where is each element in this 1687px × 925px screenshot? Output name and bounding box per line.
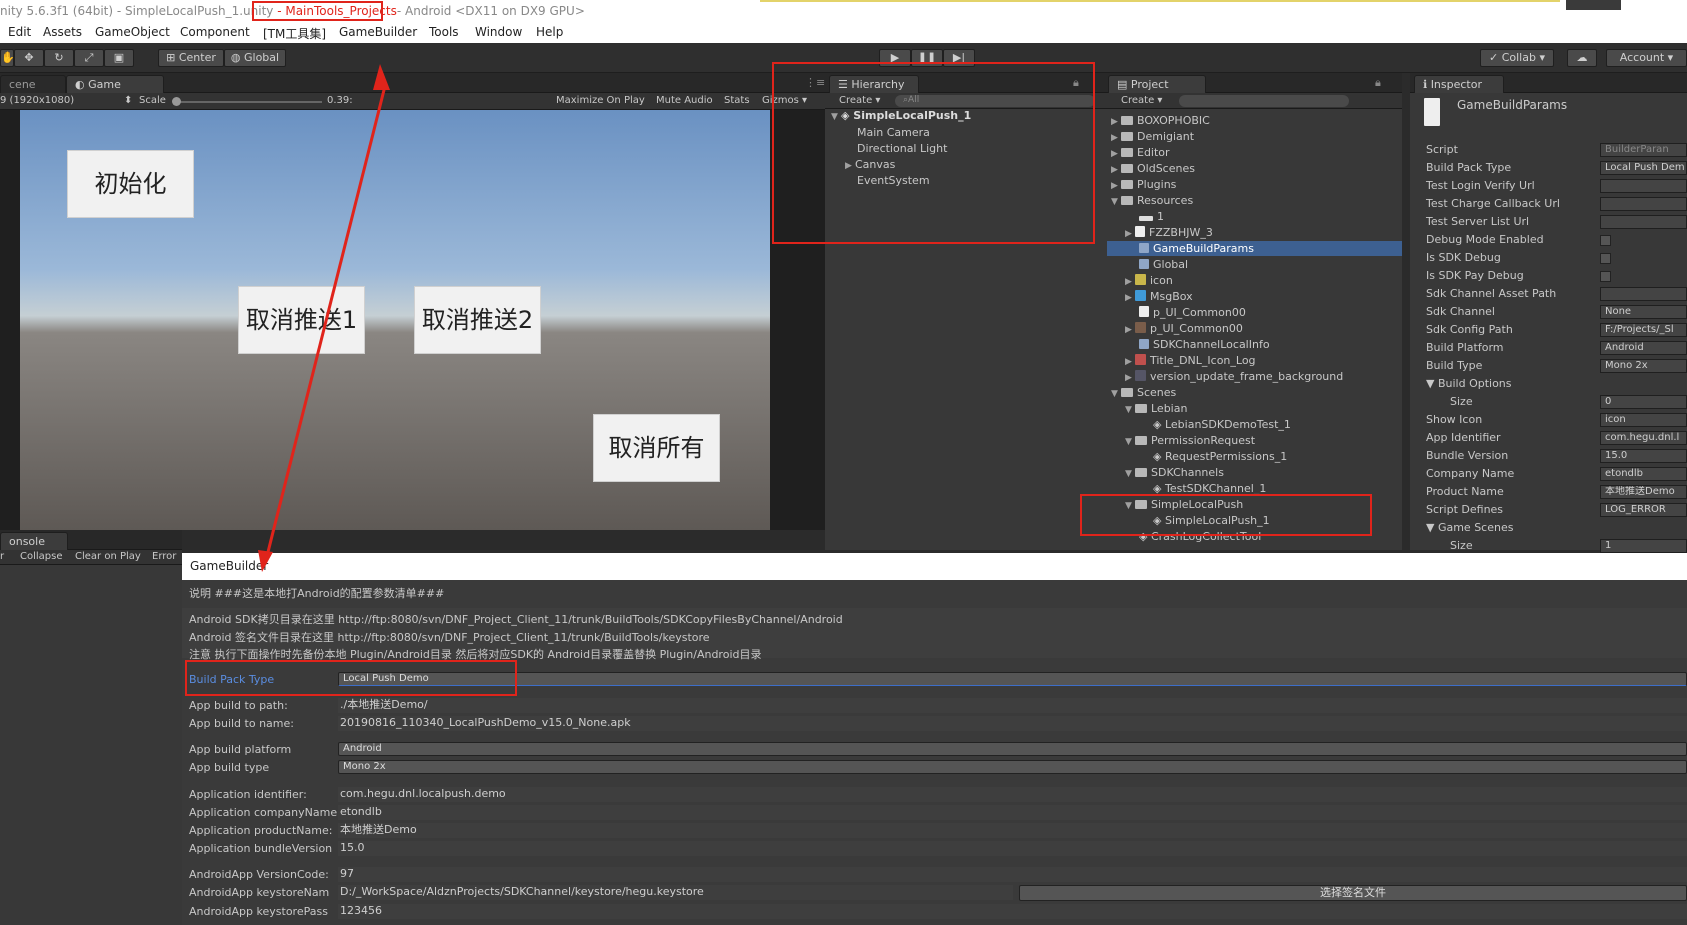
annotation-arrow-head-up	[373, 64, 390, 90]
annotation-arrows	[258, 64, 390, 572]
annotation-arrow-head-down	[258, 550, 273, 572]
annotation-arrow-line	[264, 85, 387, 561]
